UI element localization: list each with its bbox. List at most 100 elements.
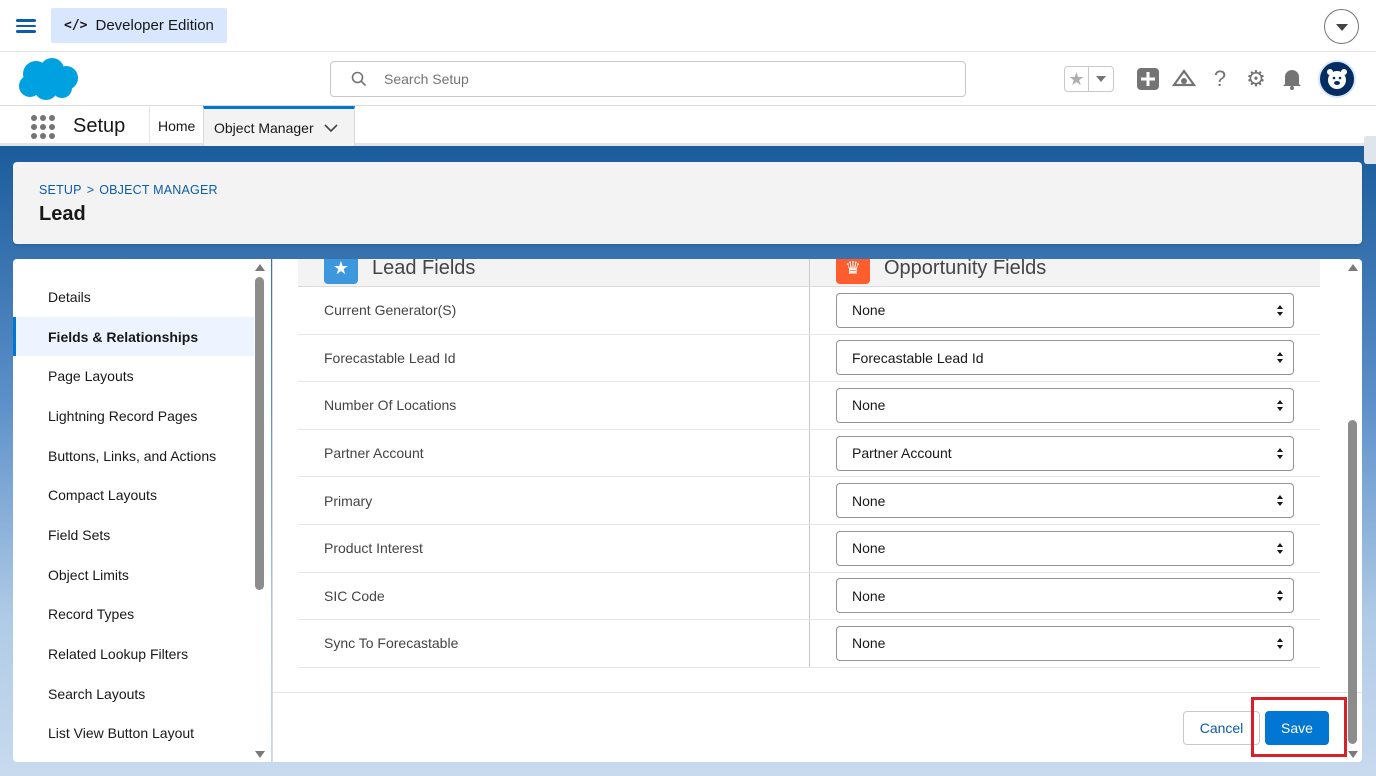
app-launcher-icon[interactable] (31, 115, 55, 139)
sidebar-item[interactable]: Fields & Relationships (13, 316, 254, 357)
sidebar-item[interactable]: Related Lookup Filters (13, 634, 254, 674)
select-arrows-icon (1277, 495, 1283, 507)
opportunity-field-select[interactable]: Forecastable Lead Id (836, 340, 1294, 376)
mapping-table-header: ★ Lead Fields ♛ Opportunity Fields (298, 259, 1320, 287)
sidebar-item[interactable]: Field Sets (13, 515, 254, 555)
breadcrumb: SETUP > OBJECT MANAGER (39, 183, 218, 197)
opportunity-field-value: None (852, 635, 886, 652)
sidebar-item[interactable]: Buttons, Links, and Actions (13, 436, 254, 476)
lead-field-label: Number Of Locations (298, 382, 810, 429)
object-sidebar: Details Fields & Relationships Page Layout… (13, 259, 271, 762)
opportunity-field-value: None (852, 587, 886, 604)
mapping-row: Sync To Forecastable None (298, 620, 1320, 668)
footer-divider (273, 692, 1362, 693)
mapping-row: Primary None (298, 477, 1320, 525)
sidebar-item[interactable]: List View Button Layout (13, 714, 254, 754)
lead-fields-header: ★ Lead Fields (298, 259, 810, 286)
developer-bar: </> Developer Edition (0, 0, 1376, 52)
opportunity-field-value: None (852, 302, 886, 319)
scroll-thumb[interactable] (1348, 420, 1357, 744)
sidebar-item[interactable]: Details (13, 277, 254, 317)
avatar[interactable] (1318, 60, 1356, 98)
developer-edition-badge[interactable]: </> Developer Edition (51, 8, 227, 43)
opportunity-field-select[interactable]: None (836, 292, 1294, 328)
search-placeholder: Search Setup (384, 71, 469, 87)
sidebar-item[interactable]: Lightning Record Pages (13, 396, 254, 436)
opportunity-field-cell: None (810, 292, 1320, 328)
save-button[interactable]: Save (1265, 711, 1329, 745)
opportunity-icon: ♛ (836, 259, 870, 284)
scroll-thumb[interactable] (255, 277, 264, 590)
favorites-dropdown-icon[interactable] (1089, 67, 1113, 91)
select-arrows-icon (1277, 447, 1283, 459)
header-actions: ★ ? ⚙ (1064, 60, 1356, 98)
opportunity-field-cell: None (810, 625, 1320, 661)
mapping-rows: Current Generator(S) None Forecastable Lea… (298, 287, 1320, 668)
scroll-down-icon[interactable] (1348, 751, 1358, 758)
mapping-row: Number Of Locations None (298, 382, 1320, 430)
main-scrollbar[interactable] (1346, 259, 1360, 762)
breadcrumb-setup[interactable]: SETUP (39, 183, 82, 197)
chevron-down-icon[interactable] (1324, 9, 1359, 44)
chevron-down-icon[interactable] (324, 123, 338, 133)
opportunity-field-select[interactable]: None (836, 483, 1294, 519)
opportunity-field-cell: Partner Account (810, 435, 1320, 471)
gear-icon[interactable]: ⚙ (1238, 61, 1274, 97)
trailhead-icon[interactable] (1166, 61, 1202, 97)
scroll-up-icon[interactable] (255, 264, 265, 271)
opportunity-field-value: None (852, 492, 886, 509)
lead-field-label: Product Interest (298, 524, 810, 572)
field-mapping-panel: ★ Lead Fields ♛ Opportunity Fields Curre… (272, 259, 1362, 762)
opportunity-field-select[interactable]: None (836, 530, 1294, 566)
opportunity-field-value: None (852, 540, 886, 557)
help-icon[interactable]: ? (1202, 61, 1238, 97)
opportunity-field-cell: None (810, 387, 1320, 423)
salesforce-logo[interactable] (16, 56, 80, 102)
opportunity-field-value: Partner Account (852, 445, 952, 462)
select-arrows-icon (1277, 304, 1283, 316)
scroll-up-icon[interactable] (1348, 264, 1358, 271)
mapping-row: SIC Code None (298, 572, 1320, 621)
sidebar-scrollbar[interactable] (253, 259, 267, 762)
cancel-button[interactable]: Cancel (1183, 711, 1260, 745)
opportunity-field-select[interactable]: None (836, 578, 1294, 614)
tab-home[interactable]: Home (149, 106, 203, 146)
search-icon (351, 71, 367, 87)
sidebar-item[interactable]: Page Layouts (13, 356, 254, 396)
app-name: Setup (73, 115, 126, 137)
opportunity-field-select[interactable]: None (836, 625, 1294, 661)
sidebar-list: Details Fields & Relationships Page Layout… (13, 277, 254, 753)
add-icon[interactable] (1130, 61, 1166, 97)
lead-field-label: Primary (298, 477, 810, 524)
sidebar-item[interactable]: Record Types (13, 595, 254, 635)
scroll-down-icon[interactable] (255, 751, 265, 758)
select-arrows-icon (1277, 590, 1283, 602)
field-mapping-table: ★ Lead Fields ♛ Opportunity Fields Curre… (298, 259, 1320, 668)
lead-fields-label: Lead Fields (372, 259, 476, 279)
opportunity-field-cell: Forecastable Lead Id (810, 340, 1320, 376)
opportunity-field-cell: None (810, 483, 1320, 519)
app-navigation: Setup Home Object Manager (0, 106, 1376, 146)
sidebar-item[interactable]: Search Layouts (13, 674, 254, 714)
mapping-row: Current Generator(S) None (298, 287, 1320, 335)
menu-icon[interactable] (16, 16, 36, 36)
sidebar-item[interactable]: Object Limits (13, 555, 254, 595)
developer-edition-label: Developer Edition (95, 17, 214, 34)
page-title: Lead (39, 203, 86, 225)
code-icon: </> (64, 18, 88, 33)
select-arrows-icon (1277, 542, 1283, 554)
star-icon[interactable]: ★ (1065, 67, 1089, 91)
bell-icon[interactable] (1274, 61, 1310, 97)
opportunity-fields-label: Opportunity Fields (884, 259, 1047, 279)
tab-object-manager[interactable]: Object Manager (203, 106, 355, 146)
mapping-row: Forecastable Lead Id Forecastable Lead Id (298, 334, 1320, 383)
opportunity-field-select[interactable]: Partner Account (836, 435, 1294, 471)
sidebar-item[interactable]: Compact Layouts (13, 475, 254, 515)
search-input[interactable]: Search Setup (330, 61, 966, 97)
side-panel-handle[interactable] (1364, 136, 1376, 164)
lead-field-label: Current Generator(S) (298, 287, 810, 334)
breadcrumb-object-manager[interactable]: OBJECT MANAGER (99, 183, 218, 197)
opportunity-field-cell: None (810, 578, 1320, 614)
opportunity-field-select[interactable]: None (836, 387, 1294, 423)
opportunity-field-cell: None (810, 530, 1320, 566)
